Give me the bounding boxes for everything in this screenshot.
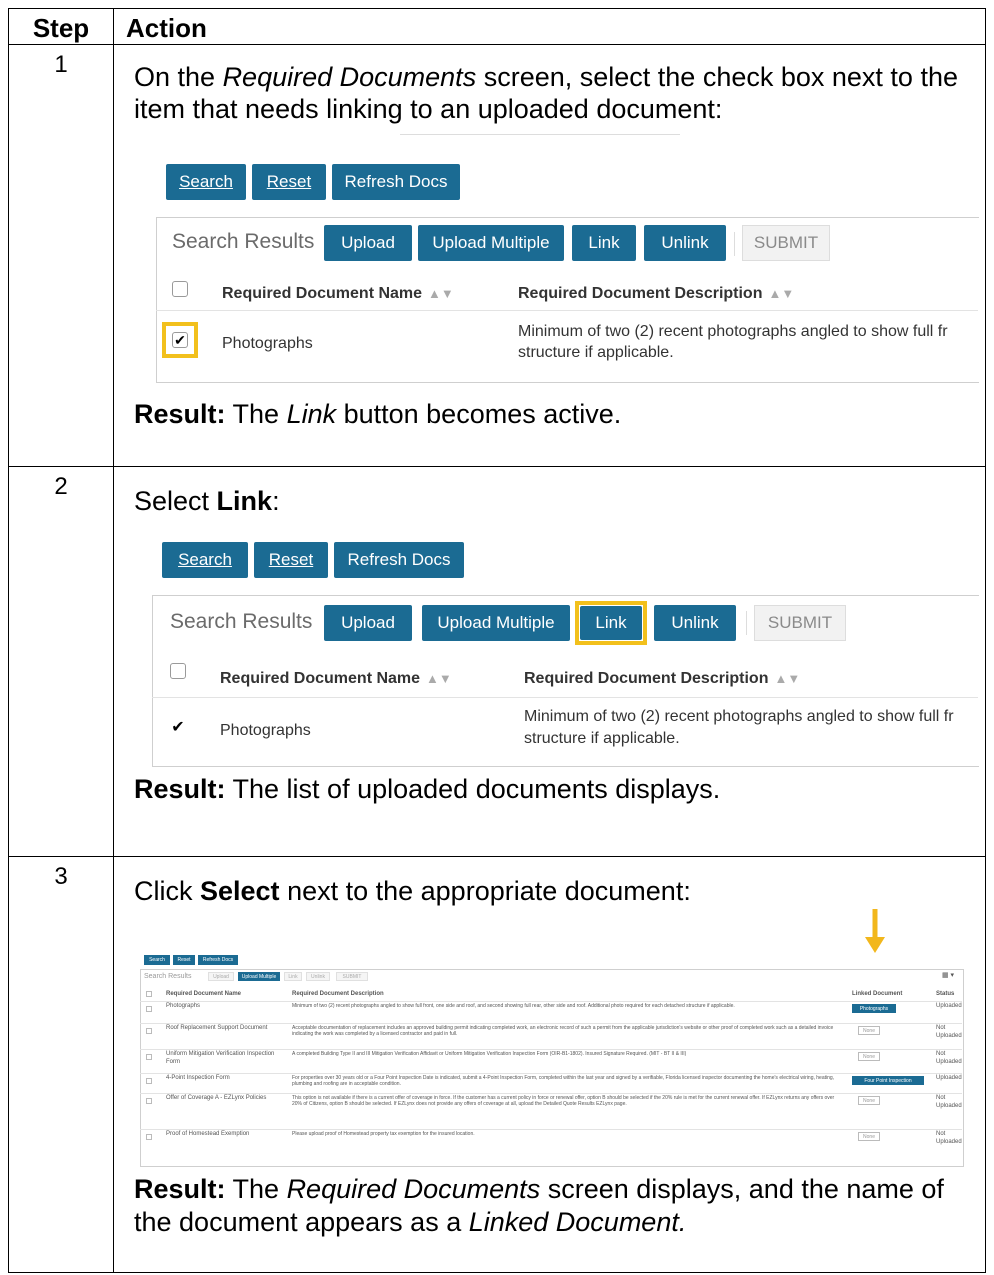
mini-col-status[interactable]: Status bbox=[936, 991, 954, 998]
mini-row-none-button[interactable]: None bbox=[858, 1052, 880, 1062]
step-2-result: Result: The list of uploaded documents d… bbox=[134, 774, 721, 805]
mini-unlink-button[interactable]: Unlink bbox=[306, 972, 330, 982]
mini-row-status: Not Uploaded bbox=[936, 1131, 962, 1145]
step-number-2: 2 bbox=[8, 466, 114, 857]
col-header-name[interactable]: Required Document Name ▲▼ bbox=[222, 284, 454, 303]
mini-upload-multiple-button[interactable]: Upload Multiple bbox=[238, 972, 280, 982]
reset-button[interactable]: Reset bbox=[252, 163, 326, 200]
select-all-checkbox[interactable] bbox=[170, 663, 186, 680]
mini-results-title: Search Results bbox=[144, 973, 192, 981]
mini-row-desc: For properties over 30 years old or a Fo… bbox=[292, 1075, 835, 1088]
col-header-description[interactable]: Required Document Description ▲▼ bbox=[524, 669, 800, 688]
arrow-pointer-icon bbox=[865, 909, 885, 954]
instruction-table: Step Action 1 On the Required Documents … bbox=[8, 8, 986, 1273]
search-button[interactable]: Search bbox=[166, 163, 246, 200]
mini-row-none-button[interactable]: None bbox=[858, 1026, 880, 1036]
mini-row-name: Offer of Coverage A - EZLynx Policies bbox=[166, 1095, 267, 1102]
mini-row-status: Not Uploaded bbox=[936, 1051, 962, 1065]
mini-row-checkbox[interactable] bbox=[146, 1054, 152, 1061]
select-all-checkbox[interactable] bbox=[172, 280, 188, 297]
row-desc-line-1: Minimum of two (2) recent photographs an… bbox=[518, 322, 948, 340]
refresh-docs-button[interactable]: Refresh Docs bbox=[334, 542, 464, 579]
mini-search-button[interactable]: Search bbox=[144, 955, 170, 966]
mini-row-name: Uniform Mitigation Verification Inspecti… bbox=[166, 1051, 275, 1065]
mini-select-all[interactable] bbox=[146, 991, 152, 998]
action-header: Action bbox=[113, 8, 986, 45]
mini-row-name: Proof of Homestead Exemption bbox=[166, 1131, 250, 1138]
upload-multiple-button[interactable]: Upload Multiple bbox=[422, 605, 570, 642]
mini-link-button[interactable]: Link bbox=[284, 972, 302, 982]
search-button[interactable]: Search bbox=[162, 542, 248, 579]
col-header-name[interactable]: Required Document Name ▲▼ bbox=[220, 669, 452, 688]
step-3-result: Result: The Required Documents screen di… bbox=[134, 1174, 944, 1237]
mini-col-linked[interactable]: Linked Document bbox=[852, 991, 902, 998]
row-name-photographs: Photographs bbox=[222, 334, 313, 352]
mini-row-desc: Minimum of two (2) recent photographs an… bbox=[292, 1003, 735, 1010]
mini-row-name: Photographs bbox=[166, 1003, 201, 1010]
screenshot-step-2: Search Reset Refresh Docs Search Results… bbox=[130, 517, 979, 769]
step-1-instruction: On the Required Documents screen, select… bbox=[134, 62, 958, 125]
mini-row-none-button[interactable]: None bbox=[858, 1132, 880, 1142]
step-3-instruction: Click Select next to the appropriate doc… bbox=[134, 876, 691, 906]
step-3-action: Click Select next to the appropriate doc… bbox=[113, 856, 986, 1273]
mini-row-status: Not Uploaded bbox=[936, 1095, 962, 1109]
mini-reset-button[interactable]: Reset bbox=[173, 955, 195, 966]
step-number-1: 1 bbox=[8, 44, 114, 467]
mini-row-checkbox[interactable] bbox=[146, 1028, 152, 1035]
search-results-title: Search Results bbox=[172, 229, 315, 253]
search-results-title: Search Results bbox=[170, 610, 313, 634]
row-desc-line-1: Minimum of two (2) recent photographs an… bbox=[524, 708, 954, 726]
mini-row-desc: Please upload proof of Homestead propert… bbox=[292, 1131, 475, 1138]
mini-row-linked-document[interactable]: Photographs bbox=[852, 1004, 896, 1014]
reset-button[interactable]: Reset bbox=[254, 542, 328, 579]
mini-grid-icon[interactable]: ▦ ▾ bbox=[942, 972, 954, 980]
row-checkbox-photographs[interactable]: ✔ bbox=[170, 720, 186, 738]
mini-row-desc: Acceptable documentation of replacement … bbox=[292, 1025, 834, 1038]
step-number-3: 3 bbox=[8, 856, 114, 1273]
mini-col-name[interactable]: Required Document Name bbox=[166, 991, 241, 998]
refresh-docs-button[interactable]: Refresh Docs bbox=[332, 163, 460, 200]
upload-button[interactable]: Upload bbox=[324, 224, 412, 261]
mini-row-name: 4-Point Inspection Form bbox=[166, 1075, 230, 1082]
mini-row-status: Uploaded bbox=[936, 1003, 962, 1010]
mini-row-checkbox[interactable] bbox=[146, 1098, 152, 1105]
mini-row-desc: A completed Building Type II and III Mit… bbox=[292, 1051, 687, 1058]
step-header: Step bbox=[8, 8, 114, 45]
submit-button[interactable]: SUBMIT bbox=[742, 224, 830, 261]
mini-row-status: Not Uploaded bbox=[936, 1025, 962, 1039]
col-header-description[interactable]: Required Document Description ▲▼ bbox=[518, 284, 794, 303]
mini-col-desc[interactable]: Required Document Description bbox=[292, 991, 384, 998]
mini-row-checkbox[interactable] bbox=[146, 1078, 152, 1085]
mini-row-status: Uploaded bbox=[936, 1075, 962, 1082]
mini-row-name: Roof Replacement Support Document bbox=[166, 1025, 268, 1032]
row-desc-line-2: structure if applicable. bbox=[518, 343, 674, 361]
row-desc-line-2: structure if applicable. bbox=[524, 730, 680, 748]
step-1-result: Result: The Link button becomes active. bbox=[134, 398, 622, 429]
upload-multiple-button[interactable]: Upload Multiple bbox=[418, 224, 564, 261]
mini-upload-button[interactable]: Upload bbox=[208, 972, 234, 982]
mini-row-checkbox[interactable] bbox=[146, 1134, 152, 1141]
mini-row-none-button[interactable]: None bbox=[858, 1096, 880, 1106]
unlink-button[interactable]: Unlink bbox=[644, 224, 726, 261]
mini-submit-button[interactable]: SUBMIT bbox=[336, 972, 368, 982]
step-1-action: On the Required Documents screen, select… bbox=[113, 44, 986, 467]
link-button[interactable]: Link bbox=[572, 224, 636, 261]
mini-refresh-button[interactable]: Refresh Docs bbox=[198, 955, 238, 966]
step-2-instruction: Select Link: bbox=[134, 486, 280, 516]
upload-button[interactable]: Upload bbox=[324, 605, 412, 642]
row-checkbox-photographs[interactable]: ✔ bbox=[172, 331, 188, 348]
mini-row-linked-document[interactable]: Four Point Inspection bbox=[852, 1076, 924, 1086]
mini-row-checkbox[interactable] bbox=[146, 1006, 152, 1013]
link-button[interactable]: Link bbox=[580, 606, 642, 641]
screenshot-step-3: Search Reset Refresh Docs Search Results… bbox=[130, 907, 977, 1169]
screenshot-step-1: Search Reset Refresh Docs Search Results… bbox=[130, 126, 979, 383]
unlink-button[interactable]: Unlink bbox=[654, 605, 736, 642]
mini-row-desc: This option is not available if there is… bbox=[292, 1095, 835, 1108]
step-2-action: Select Link: Search Reset Refresh Docs S… bbox=[113, 466, 986, 857]
submit-button[interactable]: SUBMIT bbox=[754, 605, 846, 642]
row-name-photographs: Photographs bbox=[220, 722, 311, 740]
